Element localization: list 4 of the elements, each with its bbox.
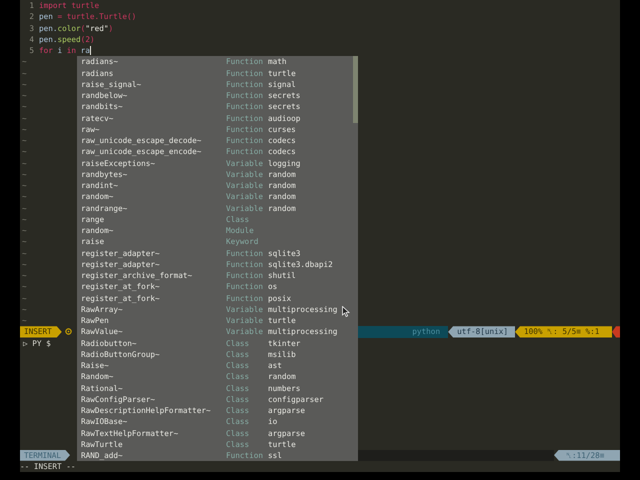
status-segment bbox=[612, 326, 620, 338]
gear-icon bbox=[64, 328, 72, 336]
mouse-pointer-icon bbox=[342, 306, 350, 317]
scrollbar-thumb[interactable] bbox=[353, 56, 358, 124]
